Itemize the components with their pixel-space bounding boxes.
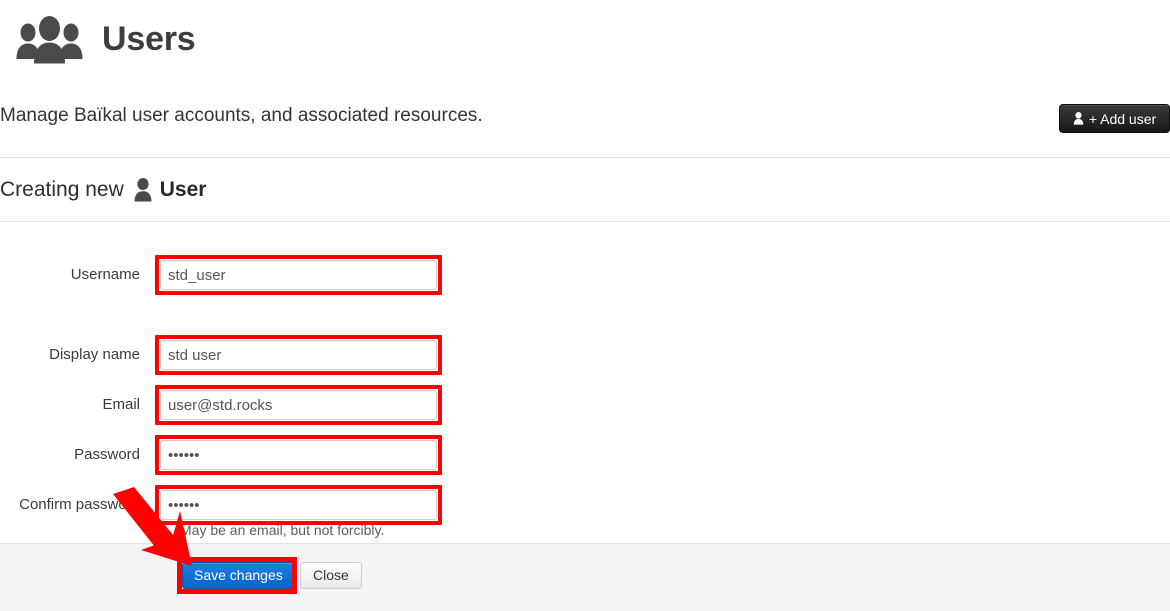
- label-email: Email: [0, 390, 160, 420]
- help-text-username: May be an email, but not forcibly.: [180, 522, 384, 538]
- user-form: Username May be an email, but not forcib…: [0, 222, 1170, 543]
- add-user-label: + Add user: [1089, 111, 1156, 127]
- close-button[interactable]: Close: [300, 562, 362, 589]
- form-row-confirm-password: Confirm password: [0, 490, 500, 520]
- label-username: Username: [0, 260, 160, 290]
- input-wrap-display-name: [160, 340, 437, 370]
- form-section-header: Creating new User: [0, 159, 1170, 222]
- label-display-name: Display name: [0, 340, 160, 370]
- form-row-display-name: Display name: [0, 340, 500, 370]
- save-changes-button[interactable]: Save changes: [182, 562, 295, 589]
- add-user-button[interactable]: + Add user: [1059, 104, 1170, 133]
- password-input[interactable]: [160, 440, 437, 470]
- page-title-row: Users: [14, 14, 196, 64]
- input-wrap-username: [160, 260, 437, 290]
- form-actions-bar: [0, 543, 1170, 611]
- page-subtitle: Manage Baïkal user accounts, and associa…: [0, 105, 483, 127]
- form-row-username: Username: [0, 260, 500, 290]
- users-group-icon: [14, 14, 86, 64]
- label-password: Password: [0, 440, 160, 470]
- display-name-input[interactable]: [160, 340, 437, 370]
- form-row-password: Password: [0, 440, 500, 470]
- person-icon: [124, 178, 160, 202]
- baikal-users-page: Users Manage Baïkal user accounts, and a…: [0, 0, 1170, 611]
- form-row-email: Email: [0, 390, 500, 420]
- email-input[interactable]: [160, 390, 437, 420]
- input-wrap-password: [160, 440, 437, 470]
- label-confirm-password: Confirm password: [0, 490, 160, 520]
- person-icon: [1073, 112, 1084, 125]
- username-input[interactable]: [160, 260, 437, 290]
- confirm-password-input[interactable]: [160, 490, 437, 520]
- object-type-label: User: [160, 178, 207, 202]
- creating-new-label: Creating new: [0, 178, 124, 202]
- page-title: Users: [102, 22, 196, 56]
- page-header: Users Manage Baïkal user accounts, and a…: [0, 0, 1170, 158]
- input-wrap-email: [160, 390, 437, 420]
- input-wrap-confirm-password: [160, 490, 437, 520]
